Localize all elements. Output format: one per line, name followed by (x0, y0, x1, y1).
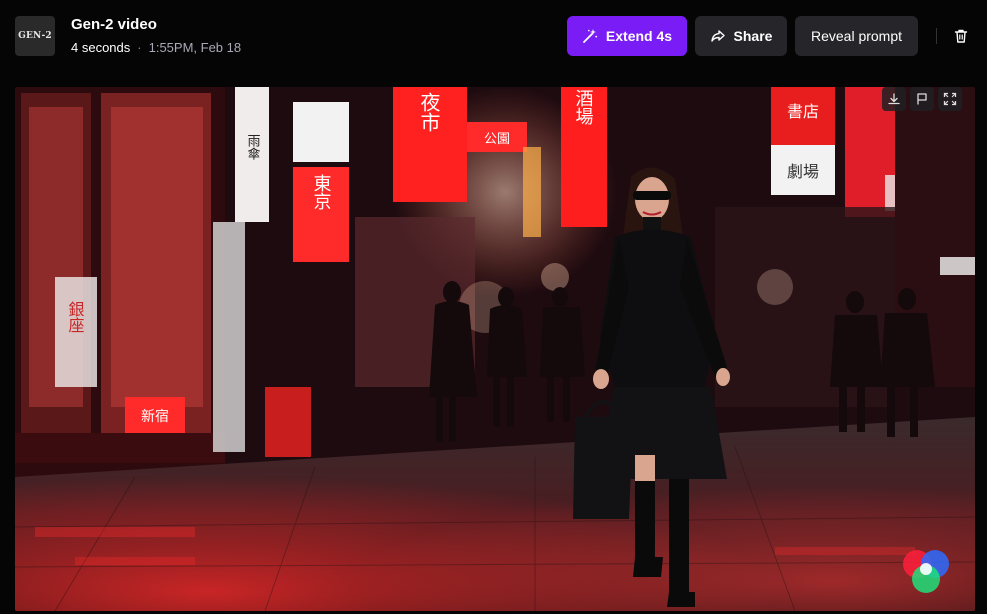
sign-text: 夜市 (417, 92, 441, 132)
reveal-prompt-button[interactable]: Reveal prompt (795, 16, 918, 56)
sign-text: 書店 (787, 102, 819, 121)
delete-button[interactable] (951, 26, 971, 46)
video-player[interactable]: 雨傘 東京 夜市 酒場 書店 劇場 銀座 新宿 公園 (15, 87, 975, 611)
magic-wand-icon (583, 29, 598, 43)
runway-logo-icon (903, 550, 949, 593)
video-thumbnail[interactable]: GEN-2 (15, 16, 55, 56)
trash-icon (954, 29, 968, 43)
expand-icon (943, 92, 957, 106)
download-icon (888, 93, 900, 105)
share-arrow-icon (710, 30, 725, 42)
extend-button-label: Extend 4s (605, 28, 673, 44)
sign-text: 酒場 (573, 89, 594, 126)
video-title: Gen-2 video (71, 16, 157, 33)
top-bar: GEN-2 Gen-2 video 4 seconds · 1:55PM, Fe… (0, 0, 987, 72)
video-duration: 4 seconds (71, 40, 131, 55)
download-button[interactable] (882, 87, 906, 111)
meta-separator: · (137, 40, 142, 55)
flag-button[interactable] (910, 87, 934, 111)
share-button-label: Share (733, 28, 773, 44)
sign-text: 劇場 (787, 162, 819, 181)
extend-button[interactable]: Extend 4s (567, 16, 687, 56)
toolbar-divider (936, 28, 937, 44)
reveal-prompt-label: Reveal prompt (810, 28, 903, 44)
video-timestamp: 1:55PM, Feb 18 (148, 40, 242, 55)
sign-text: 公園 (484, 132, 510, 147)
video-frame: 雨傘 東京 夜市 酒場 書店 劇場 銀座 新宿 公園 (15, 87, 975, 611)
sign-text: 銀座 (66, 301, 85, 333)
video-meta: 4 seconds · 1:55PM, Feb 18 (71, 40, 241, 55)
sign-text: 雨傘 (245, 134, 261, 161)
fullscreen-button[interactable] (938, 87, 962, 111)
flag-icon (917, 93, 927, 105)
sign-text: 東京 (311, 174, 332, 211)
share-button[interactable]: Share (695, 16, 787, 56)
